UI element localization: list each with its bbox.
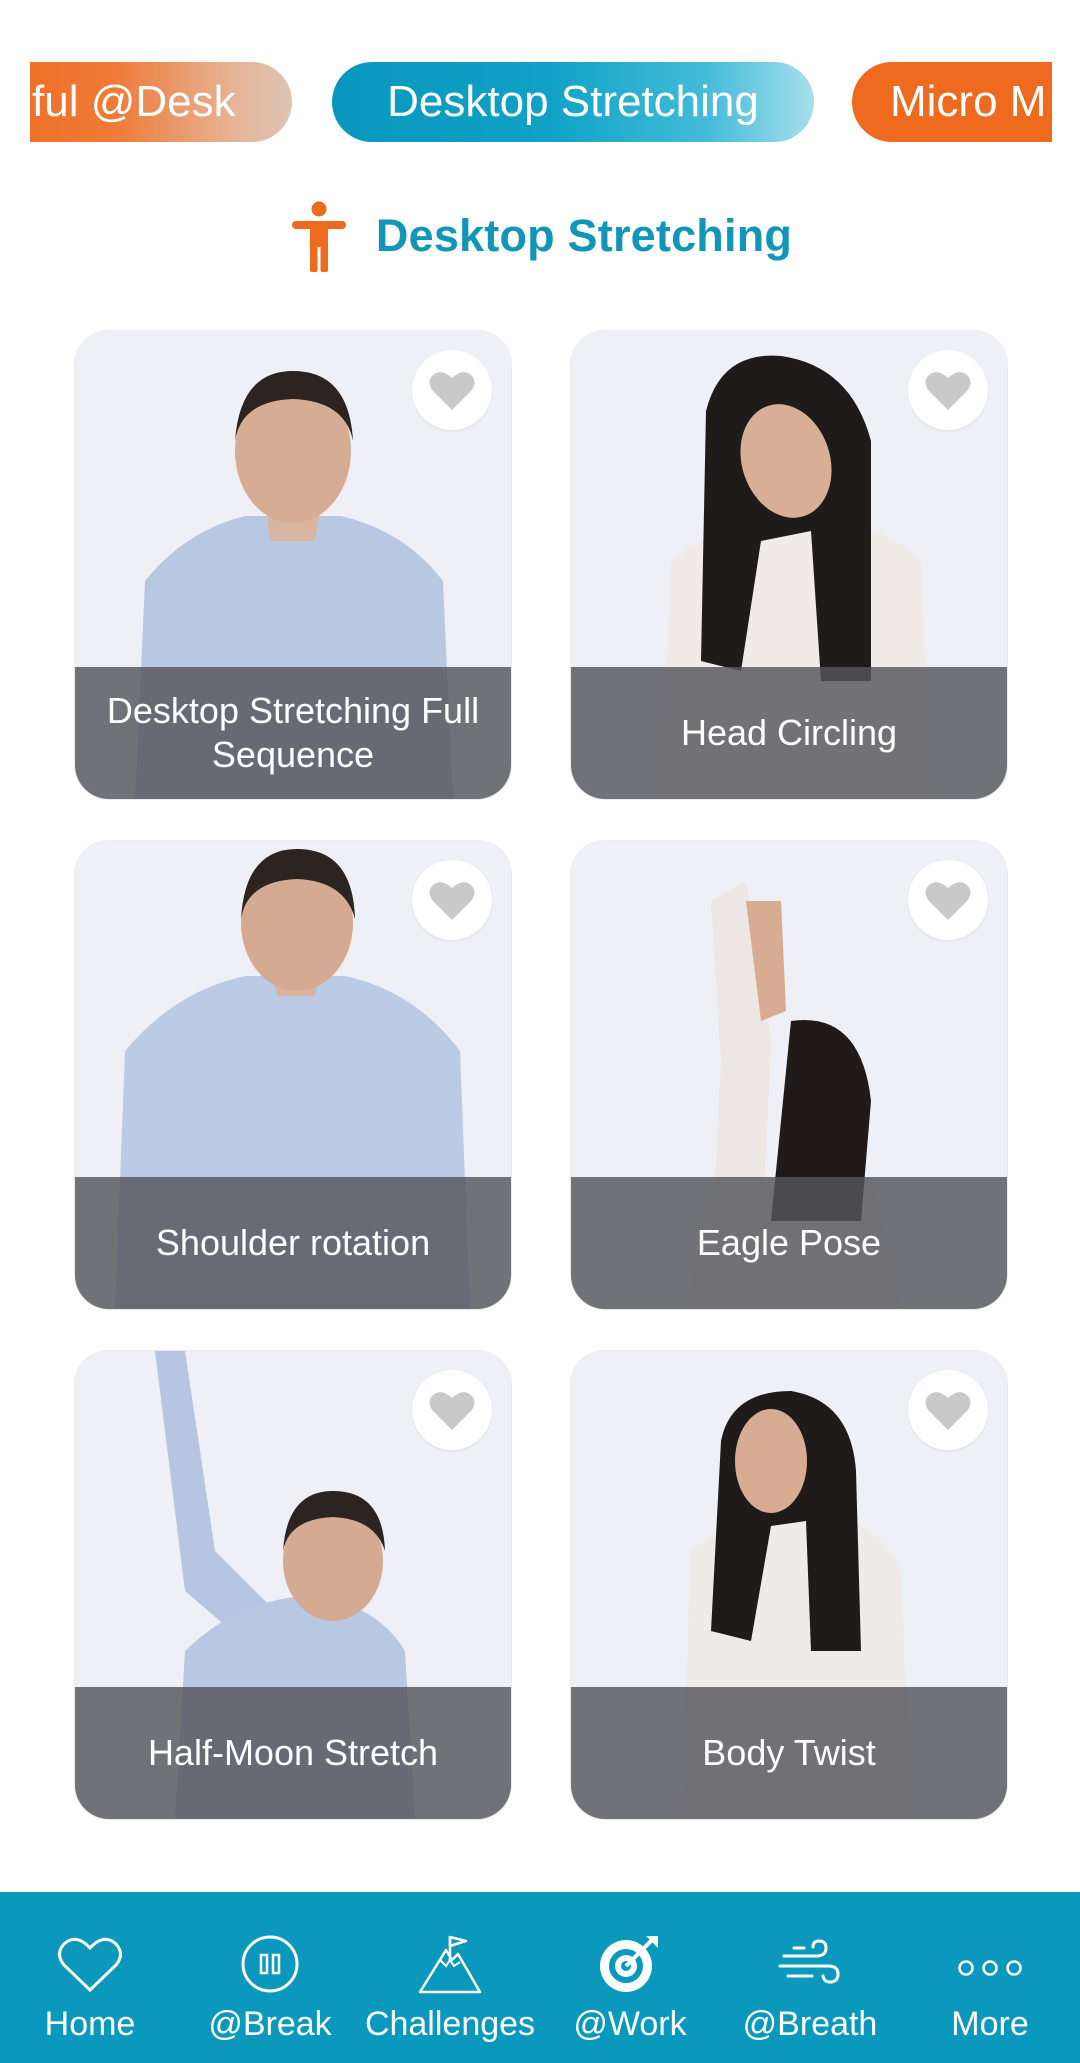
card-label-bar: Half-Moon Stretch: [75, 1687, 511, 1819]
category-chip-micro[interactable]: Micro M: [852, 62, 1052, 142]
card-title: Head Circling: [680, 712, 898, 753]
exercise-card[interactable]: Eagle Pose: [571, 841, 1007, 1309]
tab-label: More: [951, 2005, 1029, 2043]
category-chip-label: Micro M: [890, 77, 1047, 126]
heart-icon: [429, 372, 475, 410]
category-chip-desktop-stretching[interactable]: Desktop Stretching: [332, 62, 814, 142]
category-chip-label: ful @Desk: [32, 77, 236, 126]
wind-icon: [778, 1939, 840, 1984]
exercise-card[interactable]: Body Twist: [571, 1351, 1007, 1819]
heart-icon: [925, 1392, 971, 1430]
card-title: Body Twist: [702, 1732, 876, 1773]
card-title: Eagle Pose: [696, 1222, 882, 1263]
tab-home[interactable]: Home: [0, 1892, 180, 2063]
card-title: Half-Moon Stretch: [147, 1732, 439, 1773]
exercise-card[interactable]: Shoulder rotation: [75, 841, 511, 1309]
heart-icon: [925, 882, 971, 920]
card-label-bar: Shoulder rotation: [75, 1177, 511, 1309]
card-title: Desktop Stretching Full Sequence: [106, 690, 480, 775]
exercise-card[interactable]: Desktop Stretching Full Sequence: [75, 331, 511, 799]
pause-circle-icon: [241, 1935, 299, 1993]
category-chip-label: Desktop Stretching: [387, 77, 759, 126]
standing-person-icon: [291, 201, 346, 272]
tab-challenges[interactable]: Challenges: [360, 1892, 540, 2063]
category-chip-mindful-desk[interactable]: ful @Desk: [30, 62, 292, 142]
card-title: Shoulder rotation: [155, 1222, 431, 1263]
card-label-bar: Body Twist: [571, 1687, 1007, 1819]
bottom-tab-bar: Home @Break Challenges @Work @Breath Mor…: [0, 1892, 1080, 2063]
tab-work[interactable]: @Work: [540, 1892, 720, 2063]
favorite-button[interactable]: [412, 860, 492, 940]
favorite-button[interactable]: [412, 1370, 492, 1450]
heart-outline-icon: [58, 1937, 122, 1993]
heart-icon: [429, 882, 475, 920]
desktop-stretching-screen: ful @Desk Desktop Stretching Micro M Des…: [0, 0, 1080, 2063]
tab-break[interactable]: @Break: [180, 1892, 360, 2063]
exercise-card[interactable]: Half-Moon Stretch: [75, 1351, 511, 1819]
favorite-button[interactable]: [412, 350, 492, 430]
favorite-button[interactable]: [908, 350, 988, 430]
category-chip-strip[interactable]: ful @Desk Desktop Stretching Micro M: [30, 62, 1052, 142]
card-label-bar: Eagle Pose: [571, 1177, 1007, 1309]
section-header: Desktop Stretching: [0, 200, 1080, 280]
section-title: Desktop Stretching: [375, 210, 793, 261]
target-arrow-icon: [600, 1936, 658, 1992]
favorite-button[interactable]: [908, 860, 988, 940]
more-dots-icon: [958, 1960, 1022, 1976]
card-label-bar: Desktop Stretching Full Sequence: [75, 667, 511, 799]
tab-breath[interactable]: @Breath: [720, 1892, 900, 2063]
heart-icon: [429, 1392, 475, 1430]
tab-more[interactable]: More: [900, 1892, 1080, 2063]
exercise-card[interactable]: Head Circling: [571, 331, 1007, 799]
heart-icon: [925, 372, 971, 410]
mountain-flag-icon: [418, 1935, 482, 1994]
favorite-button[interactable]: [908, 1370, 988, 1450]
card-label-bar: Head Circling: [571, 667, 1007, 799]
